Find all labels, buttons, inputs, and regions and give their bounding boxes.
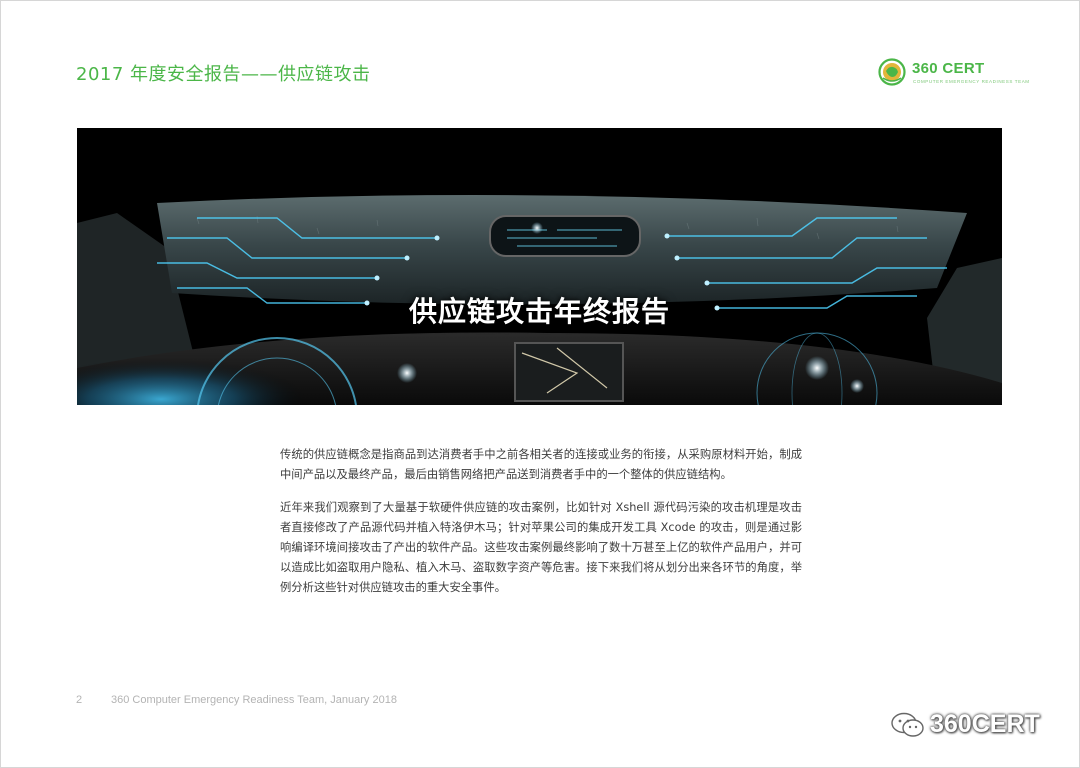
wechat-icon (891, 712, 924, 737)
logo-name: 360 CERT (912, 60, 985, 77)
body-paragraph-2: 近年来我们观察到了大量基于软硬件供应链的攻击案例，比如针对 Xshell 源代码… (280, 501, 802, 594)
report-header-title: 2017 年度安全报告——供应链攻击 (76, 64, 371, 85)
brand-logo: 360 CERT COMPUTER EMERGENCY READINESS TE… (878, 58, 1029, 88)
watermark-text: 360CERT (930, 710, 1040, 738)
hero-title: 供应链攻击年终报告 (408, 295, 670, 328)
logo-subtitle: COMPUTER EMERGENCY READINESS TEAM (913, 79, 1030, 84)
360-globe-logo-icon (878, 58, 906, 86)
hero-banner: 供应链攻击年终报告 (77, 128, 1002, 405)
body-paragraph-1: 传统的供应链概念是指商品到达消费者手中之前各相关者的连接或业务的衔接，从采购原材… (280, 448, 802, 481)
footer-page-number: 2 (76, 694, 83, 706)
car-dashboard-circuit-illustration (77, 128, 1002, 405)
watermark: 360CERT (890, 708, 1060, 744)
footer-caption: 360 Computer Emergency Readiness Team, J… (111, 694, 397, 706)
